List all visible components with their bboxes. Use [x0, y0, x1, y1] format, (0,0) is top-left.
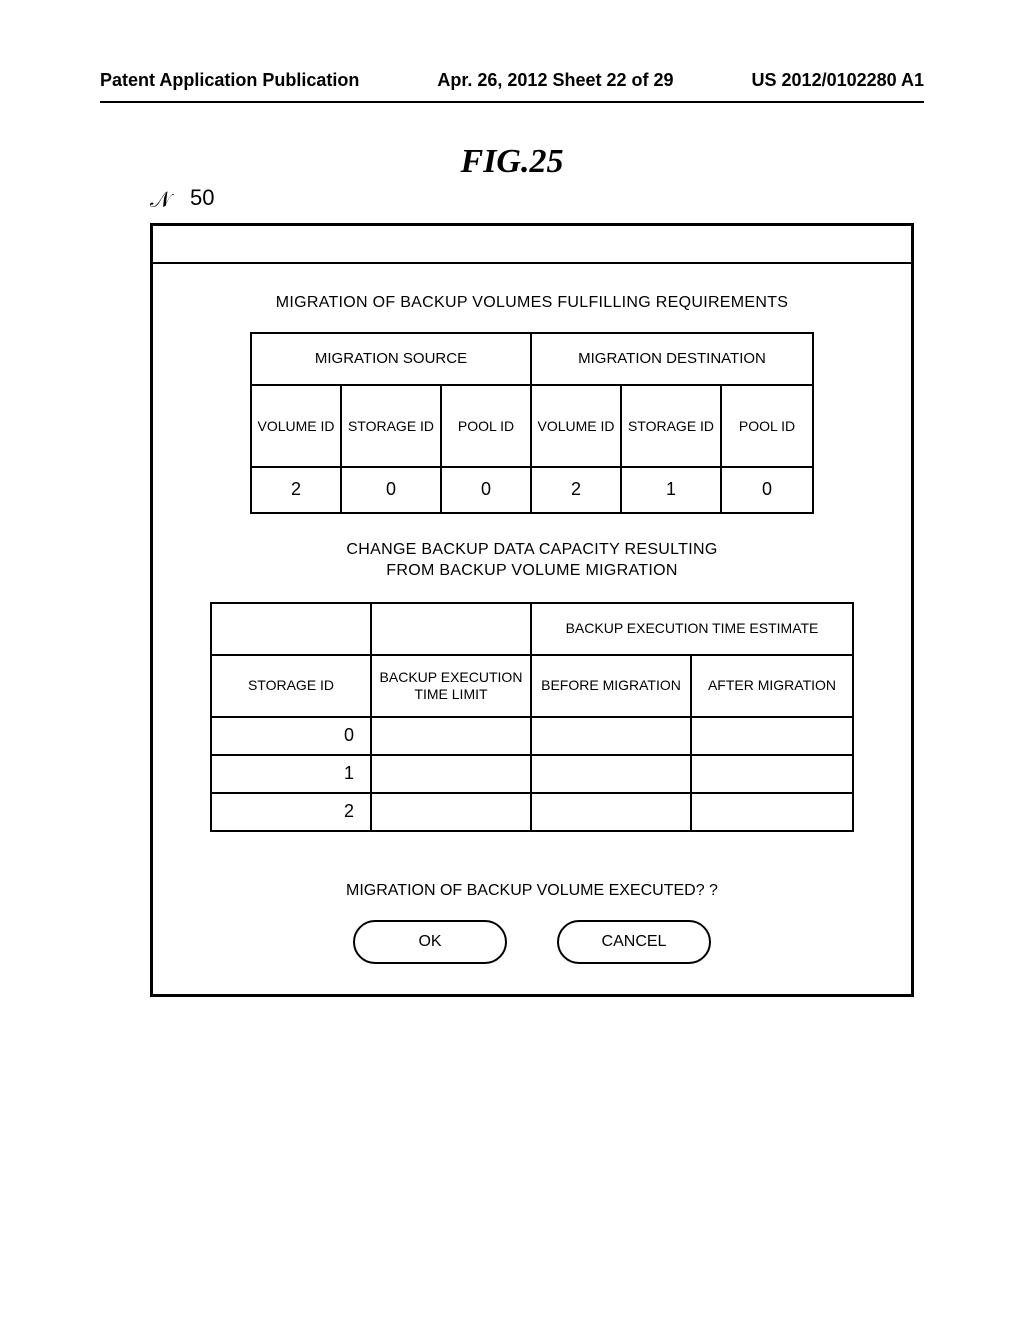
section1-title: MIGRATION OF BACKUP VOLUMES FULFILLING R… [183, 294, 881, 312]
table-row: 2 [212, 794, 852, 830]
confirmation-prompt: MIGRATION OF BACKUP VOLUME EXECUTED? ? [183, 882, 881, 900]
cell-value: 1 [212, 756, 372, 792]
col-header-estimate: BACKUP EXECUTION TIME ESTIMATE [532, 604, 852, 654]
cell-value: 2 [252, 468, 342, 512]
sub-header: BEFORE MIGRATION [532, 656, 692, 716]
table-row: VOLUME ID STORAGE ID POOL ID VOLUME ID S… [252, 386, 812, 468]
migration-table: MIGRATION SOURCE MIGRATION DESTINATION V… [250, 332, 814, 514]
table-row: 0 [212, 718, 852, 756]
col-header-destination: MIGRATION DESTINATION [532, 334, 812, 384]
sub-header: BACKUP EXECUTION TIME LIMIT [372, 656, 532, 716]
cell-value [532, 756, 692, 792]
col-header-source: MIGRATION SOURCE [252, 334, 532, 384]
table-row: BACKUP EXECUTION TIME ESTIMATE [212, 604, 852, 656]
cell-value: 0 [342, 468, 442, 512]
dialog-box: MIGRATION OF BACKUP VOLUMES FULFILLING R… [150, 223, 914, 997]
cancel-button[interactable]: CANCEL [557, 920, 711, 964]
cell-value: 2 [212, 794, 372, 830]
sub-header: STORAGE ID [622, 386, 722, 466]
section2-title-line2: FROM BACKUP VOLUME MIGRATION [386, 562, 677, 579]
dialog-titlebar [153, 226, 911, 264]
button-row: OK CANCEL [183, 920, 881, 964]
table-row: 2 0 0 2 1 0 [252, 468, 812, 512]
sub-header: POOL ID [722, 386, 812, 466]
header-middle: Apr. 26, 2012 Sheet 22 of 29 [437, 70, 673, 91]
ok-button[interactable]: OK [353, 920, 507, 964]
section2-title-line1: CHANGE BACKUP DATA CAPACITY RESULTING [346, 541, 717, 558]
cell-value [692, 718, 852, 754]
cell-value: 2 [532, 468, 622, 512]
header-right: US 2012/0102280 A1 [752, 70, 924, 91]
table-row: 1 [212, 756, 852, 794]
callout-arrow-icon: 𝒩 [150, 187, 171, 213]
header-left: Patent Application Publication [100, 70, 359, 91]
blank-cell [372, 604, 532, 654]
section2-title: CHANGE BACKUP DATA CAPACITY RESULTING FR… [183, 540, 881, 582]
cell-value [692, 756, 852, 792]
cell-value [532, 718, 692, 754]
callout-number: 50 [190, 185, 214, 211]
cell-value [692, 794, 852, 830]
cell-value [372, 794, 532, 830]
figure-title: FIG.25 [100, 143, 924, 181]
cell-value: 0 [212, 718, 372, 754]
blank-cell [212, 604, 372, 654]
figure-callout: 𝒩 50 [150, 187, 924, 223]
dialog-body: MIGRATION OF BACKUP VOLUMES FULFILLING R… [153, 264, 911, 994]
sub-header: POOL ID [442, 386, 532, 466]
sub-header: AFTER MIGRATION [692, 656, 852, 716]
header-rule [100, 101, 924, 103]
table-row: STORAGE ID BACKUP EXECUTION TIME LIMIT B… [212, 656, 852, 718]
sub-header: VOLUME ID [252, 386, 342, 466]
sub-header: VOLUME ID [532, 386, 622, 466]
cell-value: 0 [722, 468, 812, 512]
cell-value: 1 [622, 468, 722, 512]
sub-header: STORAGE ID [212, 656, 372, 716]
cell-value [532, 794, 692, 830]
doc-header: Patent Application Publication Apr. 26, … [100, 70, 924, 91]
cell-value [372, 756, 532, 792]
page: Patent Application Publication Apr. 26, … [0, 0, 1024, 1320]
table-row: MIGRATION SOURCE MIGRATION DESTINATION [252, 334, 812, 386]
capacity-table: BACKUP EXECUTION TIME ESTIMATE STORAGE I… [210, 602, 854, 832]
sub-header: STORAGE ID [342, 386, 442, 466]
cell-value [372, 718, 532, 754]
cell-value: 0 [442, 468, 532, 512]
